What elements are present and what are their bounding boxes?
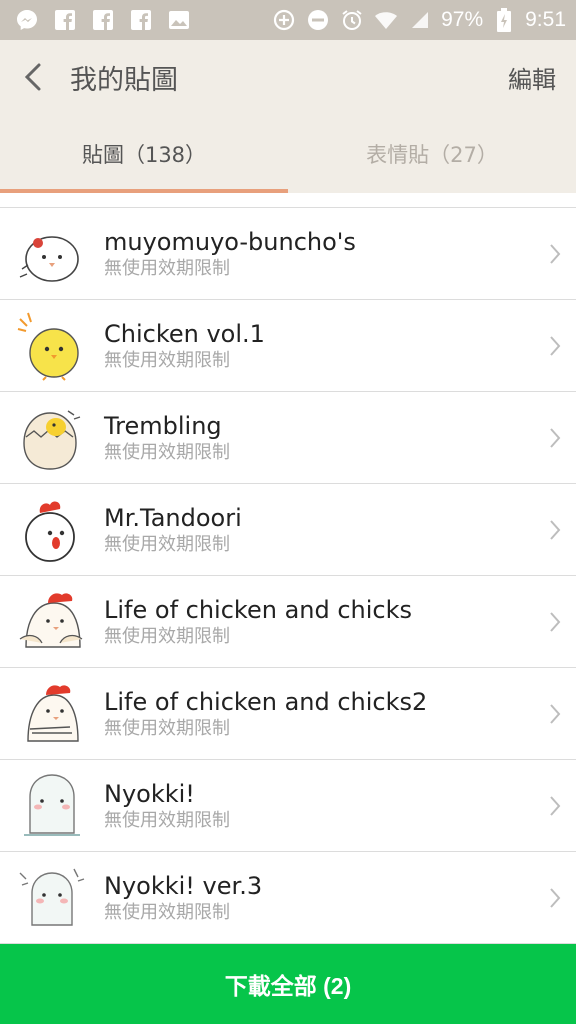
- tab-emoji[interactable]: 表情貼（27）: [288, 114, 576, 193]
- clock: 9:51: [525, 8, 566, 31]
- app-header: 我的貼圖 編輯: [0, 40, 576, 114]
- sticker-thumbnail-nyokki: [24, 773, 80, 836]
- item-name: Life of chicken and chicks2: [104, 687, 428, 716]
- item-validity: 無使用效期限制: [104, 533, 230, 555]
- wifi-icon: [373, 7, 399, 33]
- sticker-thumbnail-trembling: [23, 409, 81, 470]
- sticker-thumbnail-nyokki-ver3: [19, 868, 85, 926]
- item-name: Nyokki!: [104, 779, 195, 808]
- signal-icon: [407, 7, 433, 33]
- list-item[interactable]: Trembling 無使用效期限制: [0, 392, 576, 484]
- item-texts: Chicken vol.1 無使用效期限制: [104, 319, 576, 373]
- list-item[interactable]: Mr.Tandoori 無使用效期限制: [0, 484, 576, 576]
- facebook-icon: [52, 7, 78, 33]
- item-texts: Mr.Tandoori 無使用效期限制: [104, 503, 576, 557]
- edit-button[interactable]: 編輯: [508, 60, 556, 95]
- battery-percent: 97%: [441, 8, 484, 31]
- list-item[interactable]: Life of chicken and chicks2 無使用效期限制: [0, 668, 576, 760]
- list-item[interactable]: Chicken vol.1 無使用效期限制: [0, 300, 576, 392]
- alarm-icon: [339, 7, 365, 33]
- item-name: Life of chicken and chicks: [104, 595, 413, 624]
- chevron-right-icon: [550, 796, 561, 816]
- sticker-thumbnail-buncho: [19, 235, 79, 282]
- item-name: Trembling: [104, 411, 222, 440]
- sticker-thumbnail-chicken: [17, 312, 79, 381]
- sticker-thumbnail-life-of-chicken-2: [27, 684, 79, 742]
- item-validity: 無使用效期限制: [104, 441, 230, 463]
- messenger-icon: [14, 7, 40, 33]
- item-name: Nyokki! ver.3: [104, 871, 263, 900]
- chevron-right-icon: [550, 244, 561, 264]
- list-item[interactable]: Nyokki! 無使用效期限制: [0, 760, 576, 852]
- system-icons: 97% 9:51: [271, 7, 566, 33]
- list-item[interactable]: Life of chicken and chicks 無使用效期限制: [0, 576, 576, 668]
- item-texts: Trembling 無使用效期限制: [104, 411, 576, 465]
- chevron-right-icon: [550, 336, 561, 356]
- status-bar: 97% 9:51: [0, 0, 576, 40]
- list-top-spacer: [0, 193, 576, 208]
- list-item[interactable]: muyomuyo-buncho's 無使用效期限制: [0, 208, 576, 300]
- back-button[interactable]: [18, 57, 48, 97]
- item-texts: Life of chicken and chicks 無使用效期限制: [104, 595, 576, 649]
- chevron-right-icon: [550, 612, 561, 632]
- tab-bar: 貼圖（138） 表情貼（27）: [0, 114, 576, 193]
- chevron-left-icon: [24, 63, 41, 91]
- item-validity: 無使用效期限制: [104, 717, 230, 739]
- chevron-right-icon: [550, 888, 561, 908]
- page-title: 我的貼圖: [70, 64, 178, 96]
- tab-stickers[interactable]: 貼圖（138）: [0, 114, 288, 193]
- battery-icon: [491, 7, 517, 33]
- sticker-thumbnail-tandoori: [25, 501, 75, 562]
- item-validity: 無使用效期限制: [104, 257, 230, 279]
- chevron-right-icon: [550, 704, 561, 724]
- item-texts: Nyokki! ver.3 無使用效期限制: [104, 871, 576, 925]
- item-texts: Life of chicken and chicks2 無使用效期限制: [104, 687, 576, 741]
- item-name: muyomuyo-buncho's: [104, 227, 356, 256]
- gallery-icon: [166, 7, 192, 33]
- item-texts: muyomuyo-buncho's 無使用效期限制: [104, 227, 576, 281]
- sticker-list: muyomuyo-buncho's 無使用效期限制 Chicken vol.1 …: [0, 193, 576, 944]
- chevron-right-icon: [550, 428, 561, 448]
- sticker-thumbnail-life-of-chicken: [19, 592, 83, 648]
- notification-icons: [14, 7, 192, 33]
- chevron-right-icon: [550, 520, 561, 540]
- list-item[interactable]: Nyokki! ver.3 無使用效期限制: [0, 852, 576, 944]
- download-all-button[interactable]: 下載全部 (2): [0, 944, 576, 1024]
- data-saver-icon: [271, 7, 297, 33]
- item-name: Mr.Tandoori: [104, 503, 242, 532]
- facebook-icon: [128, 7, 154, 33]
- item-validity: 無使用效期限制: [104, 809, 230, 831]
- item-validity: 無使用效期限制: [104, 349, 230, 371]
- item-texts: Nyokki! 無使用效期限制: [104, 779, 576, 833]
- item-name: Chicken vol.1: [104, 319, 265, 348]
- item-validity: 無使用效期限制: [104, 625, 230, 647]
- facebook-icon: [90, 7, 116, 33]
- item-validity: 無使用效期限制: [104, 901, 230, 923]
- dnd-icon: [305, 7, 331, 33]
